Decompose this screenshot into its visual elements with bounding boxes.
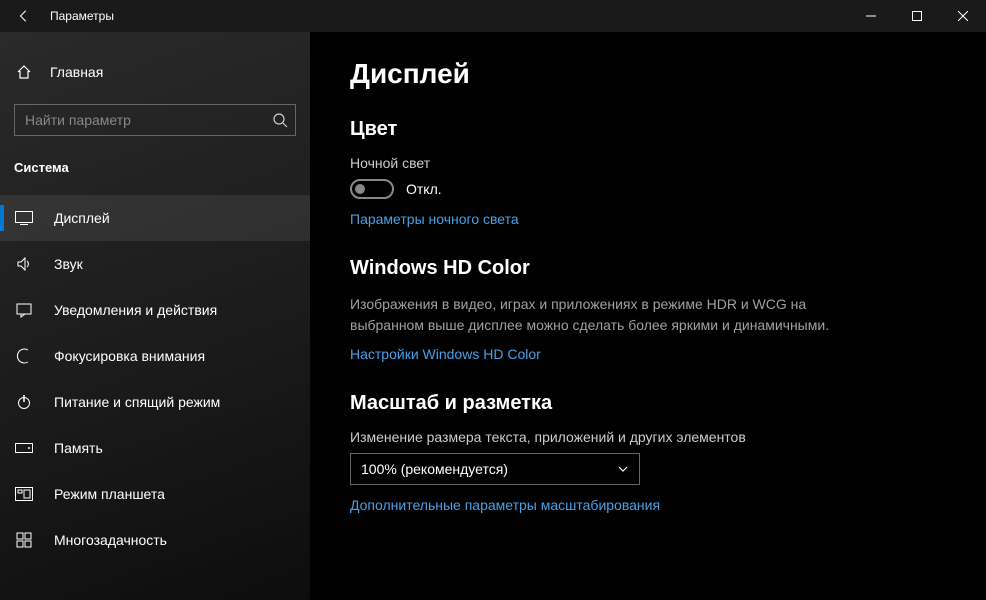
tablet-icon bbox=[14, 487, 34, 501]
sidebar-item-notifications[interactable]: Уведомления и действия bbox=[0, 287, 310, 333]
titlebar: Параметры bbox=[0, 0, 986, 32]
home-icon bbox=[14, 64, 34, 80]
sidebar-item-multitask[interactable]: Многозадачность bbox=[0, 517, 310, 563]
hd-color-heading: Windows HD Color bbox=[350, 257, 946, 280]
night-light-label: Ночной свет bbox=[350, 155, 946, 171]
sidebar-item-display[interactable]: Дисплей bbox=[0, 195, 310, 241]
search-icon bbox=[272, 112, 288, 128]
sidebar-item-label: Питание и спящий режим bbox=[54, 394, 220, 410]
sidebar-item-power[interactable]: Питание и спящий режим bbox=[0, 379, 310, 425]
display-icon bbox=[14, 211, 34, 225]
scale-heading: Масштаб и разметка bbox=[350, 392, 946, 415]
scale-field-label: Изменение размера текста, приложений и д… bbox=[350, 429, 946, 445]
back-button[interactable] bbox=[8, 0, 40, 32]
scale-dropdown[interactable]: 100% (рекомендуется) bbox=[350, 453, 640, 485]
advanced-scaling-link[interactable]: Дополнительные параметры масштабирования bbox=[350, 497, 660, 513]
sidebar-item-label: Многозадачность bbox=[54, 532, 167, 548]
home-button[interactable]: Главная bbox=[0, 52, 310, 92]
sidebar-item-sound[interactable]: Звук bbox=[0, 241, 310, 287]
content-area: Дисплей Цвет Ночной свет Откл. Параметры… bbox=[310, 32, 986, 600]
sidebar-item-label: Звук bbox=[54, 256, 83, 272]
sidebar-item-label: Фокусировка внимания bbox=[54, 348, 205, 364]
hd-color-desc: Изображения в видео, играх и приложениях… bbox=[350, 294, 870, 336]
hd-color-link[interactable]: Настройки Windows HD Color bbox=[350, 346, 541, 362]
storage-icon bbox=[14, 443, 34, 453]
sidebar-item-label: Режим планшета bbox=[54, 486, 165, 502]
sidebar-item-storage[interactable]: Память bbox=[0, 425, 310, 471]
sidebar-item-label: Уведомления и действия bbox=[54, 302, 217, 318]
close-button[interactable] bbox=[940, 0, 986, 32]
window-title: Параметры bbox=[50, 9, 114, 23]
toggle-state-label: Откл. bbox=[406, 181, 442, 197]
sidebar-item-label: Дисплей bbox=[54, 210, 110, 226]
multitask-icon bbox=[14, 532, 34, 548]
sidebar-item-focus[interactable]: Фокусировка внимания bbox=[0, 333, 310, 379]
sound-icon bbox=[14, 256, 34, 272]
maximize-button[interactable] bbox=[894, 0, 940, 32]
sidebar-section-label: Система bbox=[14, 160, 310, 175]
notifications-icon bbox=[14, 302, 34, 318]
sidebar-item-tablet[interactable]: Режим планшета bbox=[0, 471, 310, 517]
scale-dropdown-value: 100% (рекомендуется) bbox=[361, 461, 508, 477]
power-icon bbox=[14, 394, 34, 410]
night-light-toggle[interactable] bbox=[350, 179, 394, 199]
focus-icon bbox=[14, 348, 34, 364]
minimize-button[interactable] bbox=[848, 0, 894, 32]
home-label: Главная bbox=[50, 64, 103, 80]
sidebar: Главная Система Дисплей Звук Уведомления… bbox=[0, 32, 310, 600]
chevron-down-icon bbox=[617, 463, 629, 475]
sidebar-item-label: Память bbox=[54, 440, 103, 456]
night-light-settings-link[interactable]: Параметры ночного света bbox=[350, 211, 519, 227]
color-heading: Цвет bbox=[350, 118, 946, 141]
page-title: Дисплей bbox=[350, 58, 946, 90]
search-input[interactable] bbox=[14, 104, 296, 136]
